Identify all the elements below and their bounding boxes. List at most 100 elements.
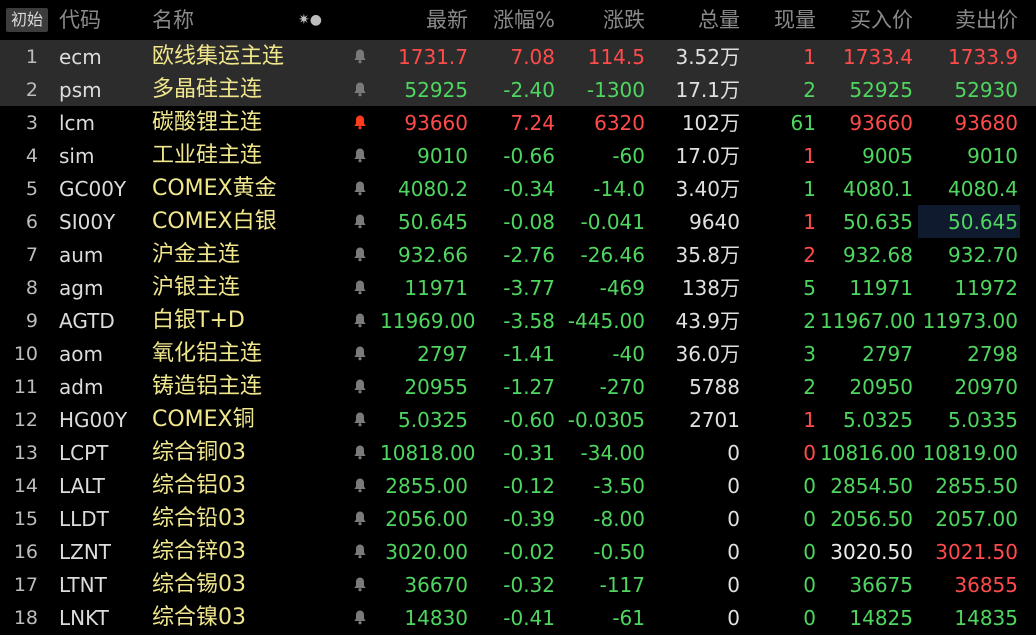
alert-bell-icon[interactable] [350, 238, 370, 271]
header-ask-price[interactable]: 卖出价 [918, 0, 1018, 38]
ask-price: 9010 [967, 144, 1018, 168]
ask-price: 3021.50 [935, 540, 1018, 564]
bid-price: 10816.00 [820, 441, 916, 465]
ask-price: 36855 [954, 573, 1018, 597]
ask-price: 52930 [954, 78, 1018, 102]
last-price: 9010 [417, 144, 468, 168]
row-number: 5 [25, 178, 38, 200]
symbol-code: agm [59, 276, 104, 300]
table-row[interactable]: 7 aum 沪金主连 932.66 -2.76 -26.46 35.8万 2 932.68 932… [0, 238, 1036, 271]
bid-price: 4080.1 [843, 177, 913, 201]
column-header: 初始 代码 名称 ✷● 最新 涨幅% 涨跌 总量 现量 买入价 卖出价 [0, 0, 1036, 38]
table-row[interactable]: 6 SI00Y COMEX白银 50.645 -0.08 -0.041 9640 1 50.63… [0, 205, 1036, 238]
symbol-code: LALT [59, 474, 105, 498]
table-row[interactable]: 18 LNKT 综合镍03 14830 -0.41 -61 0 0 14825 14835 [0, 601, 1036, 634]
total-volume: 36.0万 [675, 342, 740, 366]
last-price: 4080.2 [398, 177, 468, 201]
instrument-name: 沪金主连 [152, 242, 241, 267]
alert-bell-icon[interactable] [350, 469, 370, 502]
header-name[interactable]: 名称 [152, 0, 194, 38]
change-percent: -0.41 [503, 606, 555, 630]
change-amount: -0.041 [580, 210, 645, 234]
table-row[interactable]: 13 LCPT 综合铜03 10818.00 -0.31 -34.00 0 0 10816.00… [0, 436, 1036, 469]
alert-bell-active-icon[interactable] [350, 106, 370, 139]
ask-price: 2057.00 [935, 507, 1018, 531]
header-code[interactable]: 代码 [59, 0, 101, 38]
row-number: 17 [13, 574, 38, 596]
ask-price: 11973.00 [922, 309, 1018, 333]
init-button[interactable]: 初始 [6, 8, 48, 32]
alert-bell-icon[interactable] [350, 337, 370, 370]
change-percent: -0.32 [503, 573, 555, 597]
change-percent: 7.24 [510, 111, 555, 135]
header-total-volume[interactable]: 总量 [650, 0, 740, 38]
alert-bell-icon[interactable] [350, 271, 370, 304]
alert-bell-icon[interactable] [350, 172, 370, 205]
symbol-code: LZNT [59, 540, 112, 564]
table-row[interactable]: 2 psm 多晶硅主连 52925 -2.40 -1300 17.1万 2 52925 52930 [0, 73, 1036, 106]
symbol-code: AGTD [59, 309, 115, 333]
table-row[interactable]: 16 LZNT 综合锌03 3020.00 -0.02 -0.50 0 0 3020.50 302… [0, 535, 1036, 568]
alert-bell-icon[interactable] [350, 370, 370, 403]
table-row[interactable]: 11 adm 铸造铝主连 20955 -1.27 -270 5788 2 20950 20970 [0, 370, 1036, 403]
table-row[interactable]: 14 LALT 综合铝03 2855.00 -0.12 -3.50 0 0 2854.50 285… [0, 469, 1036, 502]
table-row[interactable]: 4 sim 工业硅主连 9010 -0.66 -60 17.0万 1 9005 9010 [0, 139, 1036, 172]
table-row[interactable]: 8 agm 沪银主连 11971 -3.77 -469 138万 5 11971 11972 [0, 271, 1036, 304]
header-change[interactable]: 涨跌 [560, 0, 645, 38]
table-row[interactable]: 3 lcm 碳酸锂主连 93660 7.24 6320 102万 61 93660 93680 [0, 106, 1036, 139]
change-percent: -0.34 [503, 177, 555, 201]
alert-bell-icon[interactable] [350, 502, 370, 535]
header-last-price[interactable]: 最新 [380, 0, 468, 38]
alert-bell-icon[interactable] [350, 73, 370, 106]
last-price: 932.66 [398, 243, 468, 267]
alert-bell-icon[interactable] [350, 601, 370, 634]
header-bid-price[interactable]: 买入价 [820, 0, 913, 38]
symbol-code: LNKT [59, 606, 109, 630]
header-current-volume[interactable]: 现量 [745, 0, 816, 38]
ask-price: 1733.9 [948, 45, 1018, 69]
alert-bell-icon[interactable] [350, 139, 370, 172]
total-volume: 0 [727, 474, 740, 498]
total-volume: 2701 [689, 408, 740, 432]
header-change-percent[interactable]: 涨幅% [475, 0, 555, 38]
last-price: 36670 [404, 573, 468, 597]
row-number: 13 [13, 442, 38, 464]
alert-bell-icon[interactable] [350, 568, 370, 601]
total-volume: 5788 [689, 375, 740, 399]
table-row[interactable]: 10 aom 氧化铝主连 2797 -1.41 -40 36.0万 3 2797 2798 [0, 337, 1036, 370]
table-row[interactable]: 12 HG00Y COMEX铜 5.0325 -0.60 -0.0305 2701 1 5.03… [0, 403, 1036, 436]
alert-bell-icon[interactable] [350, 304, 370, 337]
alert-bell-icon[interactable] [350, 535, 370, 568]
bid-price: 932.68 [843, 243, 913, 267]
bid-price: 1733.4 [843, 45, 913, 69]
total-volume: 0 [727, 441, 740, 465]
row-number: 12 [13, 409, 38, 431]
ask-price: 93680 [954, 111, 1018, 135]
bid-price: 9005 [862, 144, 913, 168]
instrument-name: 氧化铝主连 [152, 341, 263, 366]
table-row[interactable]: 5 GC00Y COMEX黄金 4080.2 -0.34 -14.0 3.40万 1 4080.… [0, 172, 1036, 205]
alert-bell-icon[interactable] [350, 205, 370, 238]
table-row[interactable]: 15 LLDT 综合铅03 2056.00 -0.39 -8.00 0 0 2056.50 205… [0, 502, 1036, 535]
bid-price: 20950 [849, 375, 913, 399]
last-price: 5.0325 [398, 408, 468, 432]
total-volume: 43.9万 [675, 309, 740, 333]
change-percent: -0.39 [503, 507, 555, 531]
bid-price: 2854.50 [830, 474, 913, 498]
bid-price: 11971 [849, 276, 913, 300]
bid-price: 52925 [849, 78, 913, 102]
header-symbol-toggle[interactable]: ✷● [298, 0, 322, 38]
change-amount: -0.0305 [567, 408, 645, 432]
ask-price: 2855.50 [935, 474, 1018, 498]
table-row[interactable]: 17 LTNT 综合锡03 36670 -0.32 -117 0 0 36675 36855 [0, 568, 1036, 601]
change-amount: -40 [612, 342, 645, 366]
alert-bell-icon[interactable] [350, 40, 370, 73]
table-row[interactable]: 9 AGTD 白银T+D 11969.00 -3.58 -445.00 43.9万 2 1196… [0, 304, 1036, 337]
last-price: 10818.00 [380, 441, 476, 465]
table-row[interactable]: 1 ecm 欧线集运主连 1731.7 7.08 114.5 3.52万 1 1733.4 173… [0, 40, 1036, 73]
instrument-name: 白银T+D [152, 308, 245, 333]
alert-bell-icon[interactable] [350, 436, 370, 469]
bid-price: 5.0325 [843, 408, 913, 432]
alert-bell-icon[interactable] [350, 403, 370, 436]
change-percent: -0.02 [503, 540, 555, 564]
